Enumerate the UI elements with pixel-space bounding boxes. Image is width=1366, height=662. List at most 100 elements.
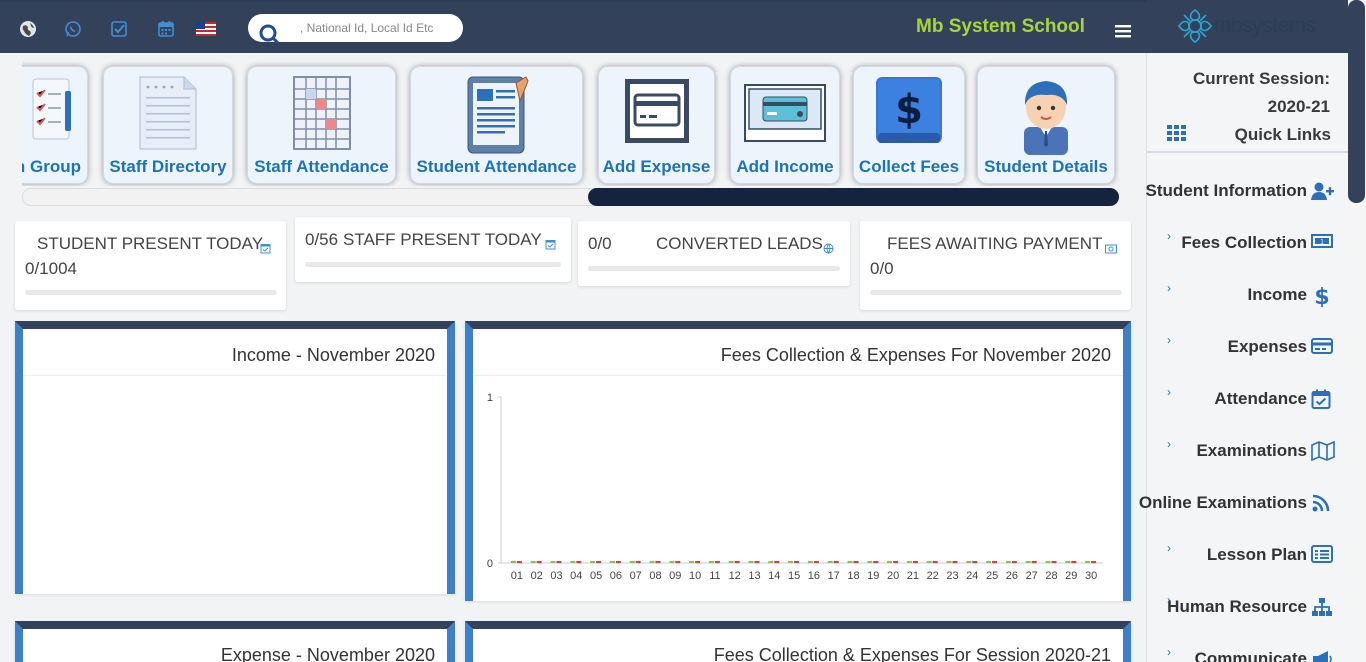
stat-title: STAFF PRESENT TODAY [343,230,542,249]
sidebar-item-label: Attendance [1214,389,1307,408]
check-square-icon[interactable] [109,19,129,39]
sidebar-item-expenses[interactable]: › Expenses [1147,331,1349,371]
svg-text:1: 1 [1320,239,1324,246]
chart-bar [1065,561,1071,563]
chevron-right-icon: › [1167,645,1171,659]
chart-bar [788,561,794,563]
quick-link-collect-fees[interactable]: $ Collect Fees [853,66,965,184]
dollar-sign-icon: $ [1311,285,1333,310]
x-tick-label: 02 [531,570,543,582]
quick-link-add-expense[interactable]: Add Expense [598,66,715,184]
chart-bar [609,561,615,563]
quick-link-student-details[interactable]: Student Details [977,66,1115,184]
chart-bar [867,561,873,563]
chart-bar [912,561,918,563]
logo-mark-icon [1176,7,1214,50]
sidebar-item-label: Online Examinations [1138,493,1307,512]
chart-bar [596,561,602,563]
sidebar-item-human-resource[interactable]: › Human Resource [1147,591,1349,631]
chevron-right-icon: › [1167,229,1171,243]
sidebar-item-label: Fees Collection [1181,233,1307,252]
chart-bar [1091,561,1097,563]
chart-bar [1005,561,1011,563]
calendar-check-icon [1311,389,1333,409]
chart-bar [714,561,720,563]
chart-bar [992,561,998,563]
quick-links-header[interactable]: Quick Links [1147,121,1349,153]
sidebar-item-label: Expenses [1227,337,1307,356]
sidebar-item-communicate[interactable]: › Communicate [1147,643,1349,662]
stat-value: 0/0 [870,259,894,278]
search-box[interactable] [248,14,463,45]
search-icon[interactable] [258,23,280,50]
x-tick-label: 15 [788,570,800,582]
quick-link-student-attendance[interactable]: Student Attendance [410,66,583,184]
panel-title: Fees Collection & Expenses For Session 2… [713,645,1111,662]
page-scrollbar-thumb[interactable] [1348,0,1365,203]
sidebar-item-student-information[interactable]: Student Information [1146,175,1349,215]
chart-bar [576,561,582,563]
sidebar-item-income[interactable]: › Income $ [1147,279,1349,319]
divider [23,375,447,376]
session-chart-panel: Fees Collection & Expenses For Session 2… [465,621,1131,662]
logo[interactable]: mbsystems [1146,0,1348,53]
x-tick-label: 14 [768,570,780,582]
x-tick-label: 06 [610,570,622,582]
calendar-icon[interactable] [156,19,176,39]
quick-link-staff-attendance[interactable]: Staff Attendance [247,66,396,184]
globe-icon [823,241,834,259]
expense-chart-panel: Expense - November 2020 [15,621,455,662]
carousel-scrollbar-thumb[interactable] [588,188,1119,206]
fees-expenses-chart: 0101 02 03 04 05 06 07 08 09 10 11 12 13 14 15 16 17 18 19… [487,392,1103,582]
rss-icon [1311,493,1333,513]
stat-title: STUDENT PRESENT TODAY [37,234,264,253]
chevron-right-icon: › [1167,541,1171,555]
credit-card-icon [621,75,693,152]
sidebar-item-examinations[interactable]: › Examinations [1147,435,1349,475]
chart-bar [1051,561,1057,563]
svg-text:$: $ [1314,285,1329,307]
chart-bar [655,561,661,563]
chart-bar [536,561,542,563]
svg-text:$: $ [895,87,923,133]
quick-link-group[interactable]: n Group [22,66,88,184]
menu-icon[interactable] [1115,24,1131,38]
chart-bar [833,561,839,563]
quick-link-label: Collect Fees [858,157,960,176]
chart-bar [926,561,932,563]
fees-expenses-chart-panel: Fees Collection & Expenses For November … [465,321,1131,601]
chart-bar [734,561,740,563]
map-icon [1311,440,1335,462]
x-tick-label: 05 [590,570,602,582]
x-tick-label: 10 [689,570,701,582]
x-tick-label: 04 [570,570,582,582]
calendar-check-icon [545,237,556,255]
quick-link-add-income[interactable]: Add Income [730,66,840,184]
whatsapp-icon[interactable] [63,19,83,39]
x-tick-label: 03 [550,570,562,582]
us-flag-icon[interactable] [195,19,217,39]
x-tick-label: 01 [511,570,523,582]
chart-bar [807,561,813,563]
quick-link-staff-directory[interactable]: Staff Directory [103,66,233,184]
search-input[interactable] [300,18,460,38]
sidebar-item-attendance[interactable]: › Attendance [1147,383,1349,423]
stat-value: 0/0 [588,234,612,253]
sidebar-item-lesson-plan[interactable]: › Lesson Plan [1147,539,1349,579]
globe-icon[interactable] [18,19,38,39]
x-tick-label: 29 [1065,570,1077,582]
chart-bar [635,561,641,563]
x-tick-label: 24 [966,570,978,582]
stat-progress-bar [25,290,277,295]
chart-bar [728,561,734,563]
quick-link-label: Student Attendance [416,157,577,176]
x-tick-label: 18 [847,570,859,582]
session-label: Current Session: [1193,69,1330,88]
sidebar-item-online-examinations[interactable]: Online Examinations [1139,487,1349,527]
income-chart-panel: Income - November 2020 [15,321,455,594]
x-tick-label: 25 [986,570,998,582]
chart-bar [556,561,562,563]
x-tick-label: 19 [867,570,879,582]
x-tick-label: 21 [907,570,919,582]
sidebar-item-fees-collection[interactable]: › Fees Collection 1 [1147,227,1349,267]
